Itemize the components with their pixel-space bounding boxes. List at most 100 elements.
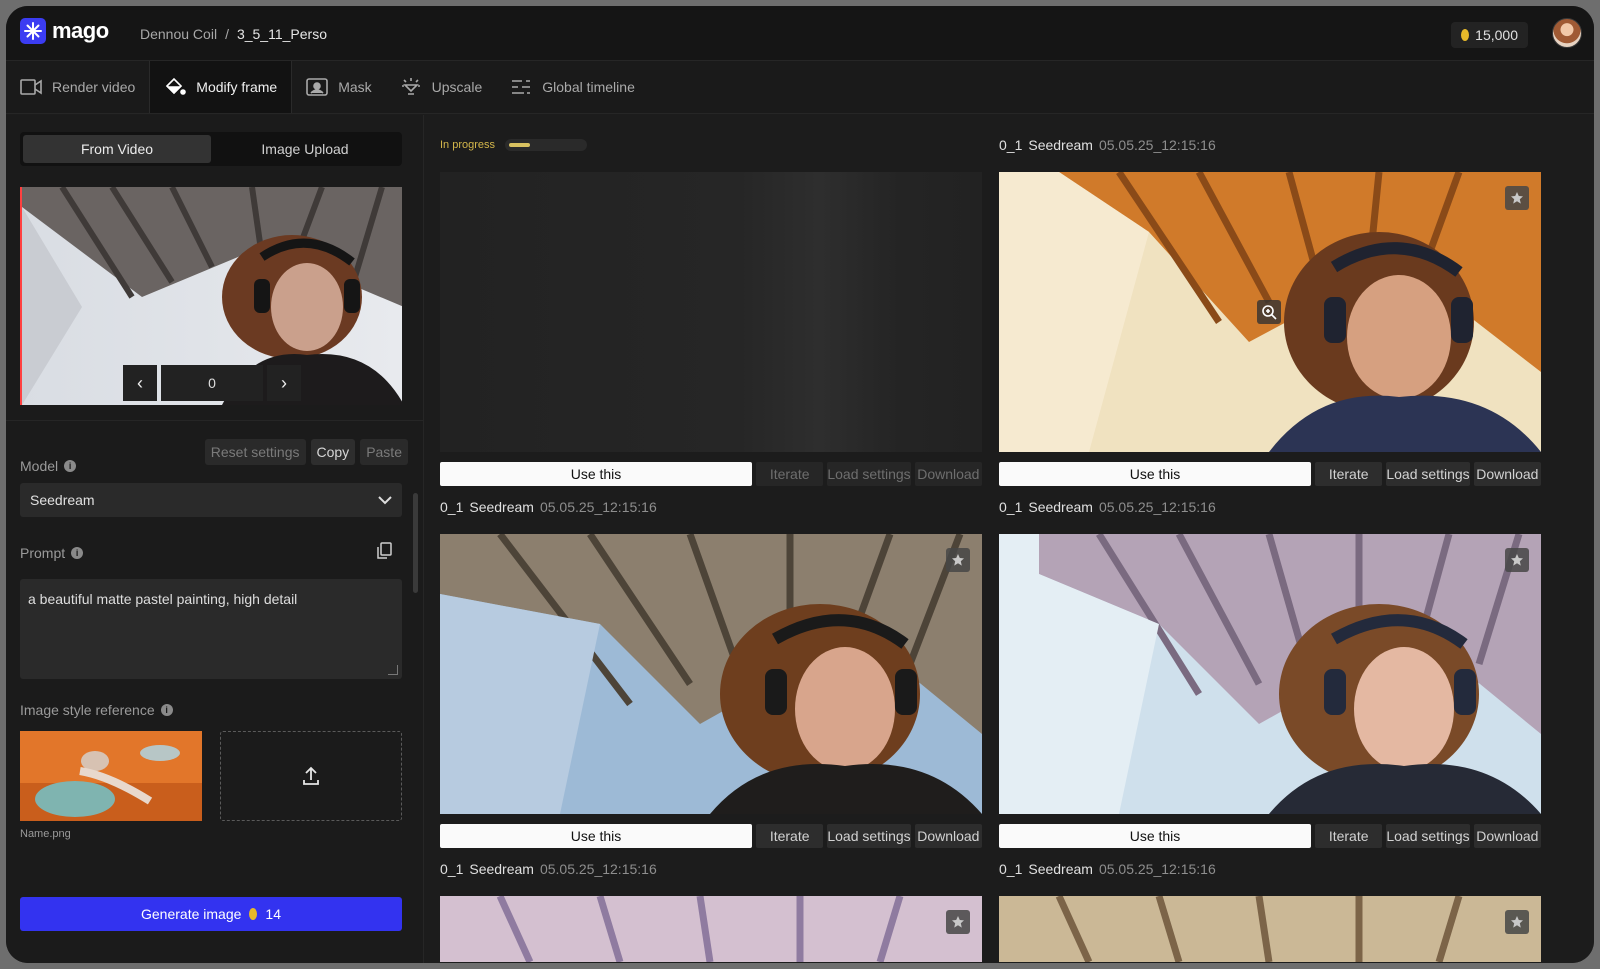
app-name: mago	[52, 18, 109, 43]
download-button[interactable]: Download	[1473, 824, 1542, 848]
load-settings-button[interactable]: Load settings	[827, 462, 911, 486]
breadcrumb-project[interactable]: Dennou Coil	[140, 26, 217, 42]
sidebar-scrollbar[interactable]	[413, 493, 418, 593]
result-image[interactable]	[999, 172, 1541, 452]
paste-settings-button[interactable]: Paste	[360, 439, 408, 465]
result-meta: 0_1 Seedream 05.05.25_12:15:16	[999, 496, 1541, 518]
zoom-icon[interactable]	[1257, 300, 1281, 324]
tab-modify-frame[interactable]: Modify frame	[149, 61, 293, 113]
copy-prompt-icon[interactable]	[376, 542, 392, 565]
iterate-button[interactable]: Iterate	[756, 824, 824, 848]
upscale-icon	[401, 78, 420, 95]
results-grid: In progress Use this Iterate Load settin…	[425, 115, 1594, 963]
use-this-button[interactable]: Use this	[440, 824, 752, 848]
next-frame-button[interactable]: ›	[267, 365, 301, 401]
result-model: Seedream	[469, 861, 534, 877]
progress-row: In progress	[440, 134, 982, 156]
source-image-upload[interactable]: Image Upload	[211, 135, 399, 163]
tab-global-timeline[interactable]: Global timeline	[496, 61, 649, 113]
frame-number-input[interactable]: 0	[161, 365, 263, 401]
tab-label: Mask	[338, 79, 372, 95]
star-icon[interactable]	[1505, 186, 1529, 210]
info-icon[interactable]: i	[64, 460, 77, 472]
use-this-button[interactable]: Use this	[999, 462, 1311, 486]
progress-fill	[509, 143, 531, 147]
resize-grip-icon[interactable]	[388, 665, 398, 675]
breadcrumb: Dennou Coil / 3_5_11_Perso	[140, 26, 327, 42]
result-image[interactable]	[440, 896, 982, 962]
model-label: Model	[20, 458, 59, 474]
star-icon[interactable]	[946, 548, 970, 572]
card-actions: Use this Iterate Load settings Download	[440, 462, 983, 486]
download-button[interactable]: Download	[914, 462, 983, 486]
tab-render-video[interactable]: Render video	[6, 61, 149, 113]
chevron-down-icon	[378, 496, 392, 505]
copy-settings-button[interactable]: Copy	[310, 439, 356, 465]
result-timestamp: 05.05.25_12:15:16	[1098, 861, 1216, 877]
result-image[interactable]	[999, 534, 1541, 814]
result-image[interactable]	[440, 534, 982, 814]
result-timestamp: 05.05.25_12:15:16	[1098, 137, 1216, 153]
iterate-button[interactable]: Iterate	[756, 462, 824, 486]
result-id: 0_1	[440, 861, 464, 877]
prompt-label-row: Prompt i	[20, 545, 84, 561]
in-progress-label: In progress	[440, 139, 496, 151]
breadcrumb-current: 3_5_11_Perso	[236, 26, 327, 42]
coin-icon	[249, 908, 258, 920]
frame-navigator: ‹ 0 ›	[123, 365, 301, 401]
star-icon[interactable]	[1505, 548, 1529, 572]
result-meta: 0_1 Seedream 05.05.25_12:15:16	[440, 496, 982, 518]
model-label-row: Model i	[20, 458, 77, 474]
generate-label: Generate image	[141, 906, 242, 922]
reset-settings-button[interactable]: Reset settings	[204, 439, 306, 465]
style-upload-dropzone[interactable]	[220, 731, 402, 821]
star-icon[interactable]	[946, 910, 970, 934]
download-button[interactable]: Download	[914, 824, 983, 848]
tab-upscale[interactable]: Upscale	[386, 61, 497, 113]
generating-placeholder	[440, 172, 982, 452]
mask-icon	[306, 78, 329, 96]
logo[interactable]: mago	[20, 18, 109, 44]
generate-image-button[interactable]: Generate image 14	[20, 897, 402, 931]
prompt-label: Prompt	[20, 545, 66, 561]
use-this-button[interactable]: Use this	[440, 462, 752, 486]
tab-label: Upscale	[431, 79, 483, 95]
iterate-button[interactable]: Iterate	[1315, 462, 1383, 486]
avatar[interactable]	[1552, 18, 1582, 48]
style-reference-thumbnail[interactable]	[20, 731, 202, 821]
tool-tabs: Render video Modify frame Mask Upscale G…	[6, 60, 1594, 114]
load-settings-button[interactable]: Load settings	[1386, 824, 1470, 848]
download-button[interactable]: Download	[1473, 462, 1542, 486]
result-meta: 0_1 Seedream 05.05.25_12:15:16	[440, 858, 982, 880]
prev-frame-button[interactable]: ‹	[123, 365, 157, 401]
load-settings-button[interactable]: Load settings	[827, 824, 911, 848]
info-icon[interactable]: i	[71, 547, 84, 559]
tab-label: Modify frame	[196, 79, 278, 95]
logo-mark-icon	[20, 18, 46, 44]
star-icon[interactable]	[1505, 910, 1529, 934]
generate-cost: 14	[265, 906, 281, 922]
use-this-button[interactable]: Use this	[999, 824, 1311, 848]
model-select[interactable]: Seedream	[20, 483, 402, 517]
tab-label: Global timeline	[542, 79, 635, 95]
load-settings-button[interactable]: Load settings	[1386, 462, 1470, 486]
card-actions: Use this Iterate Load settings Download	[999, 824, 1542, 848]
credits-badge[interactable]: 15,000	[1451, 22, 1528, 48]
result-meta: 0_1 Seedream 05.05.25_12:15:16	[999, 858, 1541, 880]
style-reference-label-row: Image style reference i	[20, 702, 173, 718]
result-card: 0_1 Seedream 05.05.25_12:15:16	[440, 858, 982, 962]
result-id: 0_1	[999, 137, 1023, 153]
iterate-button[interactable]: Iterate	[1315, 824, 1383, 848]
paint-bucket-icon	[166, 77, 187, 95]
tab-mask[interactable]: Mask	[292, 61, 385, 113]
upload-icon	[303, 766, 319, 785]
info-icon[interactable]: i	[160, 704, 173, 716]
source-toggle: From Video Image Upload	[20, 132, 402, 166]
model-value: Seedream	[30, 492, 95, 508]
app-window: mago Dennou Coil / 3_5_11_Perso 15,000 R…	[6, 6, 1594, 963]
result-meta: 0_1 Seedream 05.05.25_12:15:16	[999, 134, 1541, 156]
source-from-video[interactable]: From Video	[23, 135, 211, 163]
result-image[interactable]	[999, 896, 1541, 962]
prompt-textarea[interactable]: a beautiful matte pastel painting, high …	[20, 579, 402, 679]
card-actions: Use this Iterate Load settings Download	[440, 824, 983, 848]
